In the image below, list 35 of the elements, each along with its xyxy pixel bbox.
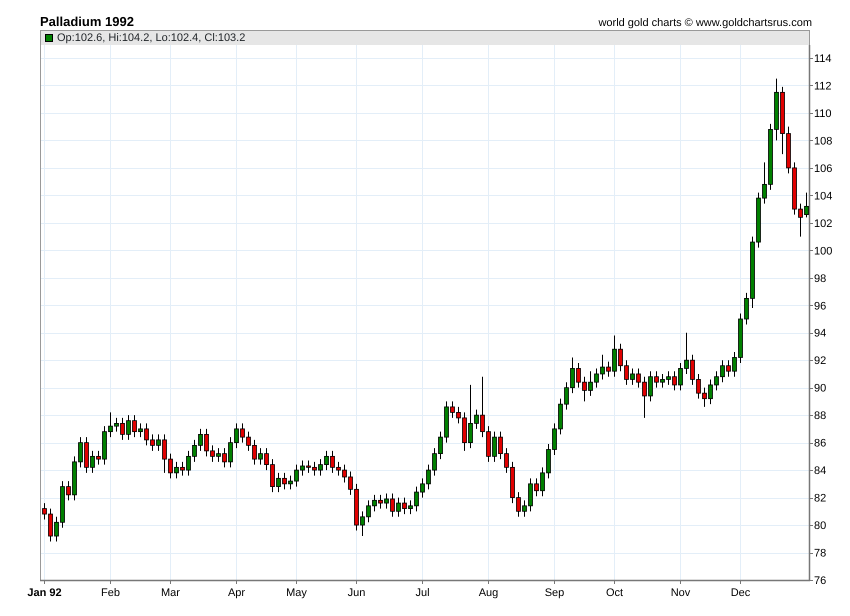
axis-label: 100	[814, 245, 832, 258]
axis-label: 94	[814, 328, 826, 340]
axis-label: 82	[814, 492, 826, 505]
axis-label: 88	[814, 410, 826, 422]
axis-label: 102	[814, 218, 832, 230]
axis-label: 90	[814, 382, 826, 395]
axis-label: Dec	[730, 587, 750, 599]
axis-label: Feb	[101, 587, 120, 599]
axis-label: Aug	[478, 587, 498, 599]
axis-label: 112	[814, 80, 832, 92]
axis-label: 96	[814, 300, 826, 312]
axis-label: May	[286, 587, 307, 599]
axis-label: 80	[814, 520, 826, 532]
axis-label: 106	[814, 162, 832, 175]
axis-label: Nov	[670, 587, 690, 599]
axis-label: 98	[814, 272, 826, 285]
axis-label: Sep	[544, 587, 564, 599]
axis-label: 114	[814, 53, 832, 65]
axis-label: 78	[814, 548, 826, 560]
axis-label: 86	[814, 438, 826, 450]
legend-text: Op:102.6, Hi:104.2, Lo:102.4, Cl:103.2	[57, 32, 246, 44]
axis-label: Oct	[606, 587, 624, 599]
axis-label: Apr	[228, 587, 246, 599]
axis-label: 76	[814, 575, 826, 587]
axis-label: 104	[814, 190, 832, 202]
axis-label: Jan 92	[27, 587, 62, 599]
credit-text: world gold charts © www.goldchartsrus.com	[598, 16, 812, 31]
axis-label: Jun	[348, 587, 366, 599]
axis-label: 108	[814, 135, 832, 148]
axis-label: 92	[814, 355, 826, 368]
chart-title: Palladium 1992	[40, 13, 134, 31]
axis-label: 84	[814, 465, 826, 478]
axis-label: 110	[814, 108, 832, 120]
axis-label: Mar	[161, 587, 180, 599]
axis-label: Jul	[415, 587, 430, 599]
